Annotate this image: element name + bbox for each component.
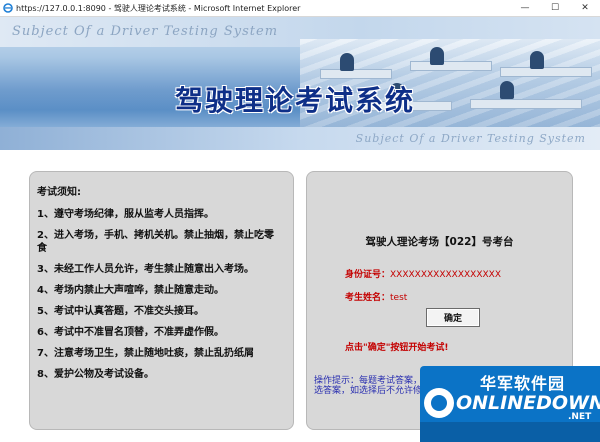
internet-explorer-icon bbox=[3, 3, 13, 13]
notice-item: 4、考场内禁止大声喧哗，禁止随意走动。 bbox=[37, 285, 224, 296]
id-number-value: XXXXXXXXXXXXXXXXXX bbox=[390, 270, 501, 280]
examinee-figure bbox=[430, 47, 444, 65]
window-title: https://127.0.0.1:8090 - 驾驶人理论考试系统 - Mic… bbox=[16, 3, 301, 13]
notice-item: 8、爱护公物及考试设备。 bbox=[37, 369, 154, 380]
id-number-label: 身份证号： bbox=[345, 270, 391, 280]
candidate-name-label: 考生姓名： bbox=[345, 293, 391, 303]
notice-item: 7、注意考场卫生，禁止随地吐痰，禁止乱扔纸屑 bbox=[37, 348, 254, 359]
notice-item: 3、未经工作人员允许，考生禁止随意出入考场。 bbox=[37, 264, 254, 275]
minimize-button[interactable]: — bbox=[510, 0, 540, 16]
watermark-net-text: .NET bbox=[568, 412, 592, 422]
banner-subtitle-bottom: Subject Of a Driver Testing System bbox=[355, 132, 586, 145]
exam-notice: 考试须知: 1、遵守考场纪律，服从监考人员指挥。 2、进入考场，手机、拷机关机。… bbox=[37, 182, 282, 385]
window-titlebar: https://127.0.0.1:8090 - 驾驶人理论考试系统 - Mic… bbox=[0, 0, 600, 17]
desk-shape bbox=[410, 61, 492, 71]
onlinedown-watermark: 华军软件园 ONLINEDOWN .NET bbox=[420, 366, 600, 442]
candidate-name-value: test bbox=[390, 293, 408, 303]
desk-shape bbox=[320, 69, 392, 79]
desk-shape bbox=[500, 67, 592, 77]
exam-room-label: 驾驶人理论考场【022】号考台 bbox=[365, 236, 514, 248]
examinee-figure bbox=[530, 51, 544, 69]
notice-heading: 考试须知: bbox=[37, 187, 81, 198]
start-exam-hint: 点击"确定"按钮开始考试! bbox=[345, 343, 449, 353]
system-title: 驾驶理论考试系统 bbox=[175, 84, 416, 117]
watermark-en-text: ONLINEDOWN bbox=[456, 392, 600, 414]
onlinedown-logo-icon bbox=[424, 388, 454, 418]
header-banner: Subject Of a Driver Testing System 驾驶理论考… bbox=[0, 17, 600, 150]
candidate-name-row: 考生姓名：test bbox=[345, 290, 407, 303]
examinee-figure bbox=[340, 53, 354, 71]
notice-item: 5、考试中认真答题，不准交头接耳。 bbox=[37, 306, 204, 317]
watermark-strip bbox=[420, 422, 600, 442]
watermark-cn-text: 华军软件园 bbox=[480, 374, 566, 393]
notice-item: 1、遵守考场纪律，服从监考人员指挥。 bbox=[37, 209, 214, 220]
confirm-button[interactable]: 确定 bbox=[426, 308, 480, 327]
desk-shape bbox=[470, 99, 582, 109]
banner-subtitle-top: Subject Of a Driver Testing System bbox=[12, 24, 279, 39]
close-button[interactable]: ✕ bbox=[570, 0, 600, 16]
id-number-row: 身份证号：XXXXXXXXXXXXXXXXXX bbox=[345, 267, 501, 280]
notice-item: 6、考试中不准冒名顶替，不准弄虚作假。 bbox=[37, 327, 224, 338]
examinee-figure bbox=[500, 81, 514, 99]
maximize-button[interactable]: ☐ bbox=[540, 0, 570, 16]
notice-item: 2、进入考场，手机、拷机关机。禁止抽烟，禁止吃零食 bbox=[37, 230, 274, 254]
exam-notice-panel: 考试须知: 1、遵守考场纪律，服从监考人员指挥。 2、进入考场，手机、拷机关机。… bbox=[29, 171, 294, 430]
